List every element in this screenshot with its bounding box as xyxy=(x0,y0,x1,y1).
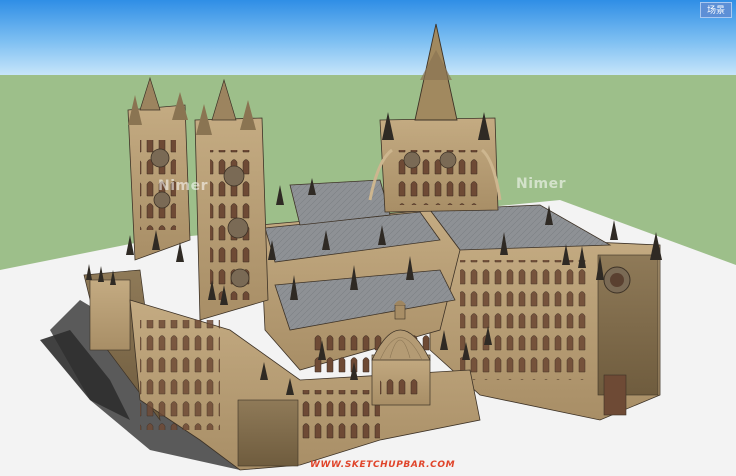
site-watermark: WWW.SKETCHUPBAR.COM xyxy=(310,460,456,470)
scene-tab[interactable]: 场景 xyxy=(700,2,732,18)
central-lantern xyxy=(368,23,502,213)
sketchup-viewport[interactable]: 场景 Nimer Nimer WWW.SKETCHUPBAR.COM xyxy=(0,0,736,476)
center-left-tower xyxy=(194,78,269,321)
watermark-left: Nimer xyxy=(158,178,209,194)
left-tower xyxy=(127,76,191,261)
watermark-right: Nimer xyxy=(516,176,567,192)
cathedral-model[interactable] xyxy=(0,0,736,476)
